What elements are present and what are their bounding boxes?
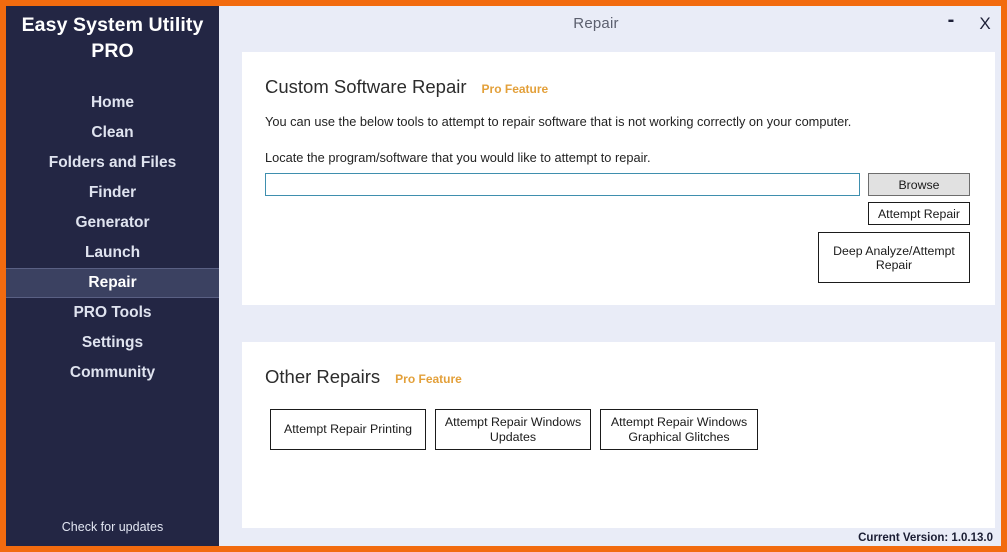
panel-divider <box>242 305 995 342</box>
repair-input-row: Browse Attempt Repair Deep Analyze/Attem… <box>242 165 995 283</box>
window-frame: Easy System Utility PRO Home Clean Folde… <box>6 6 1001 546</box>
sidebar-item-finder[interactable]: Finder <box>6 178 219 208</box>
sidebar-item-launch[interactable]: Launch <box>6 238 219 268</box>
page-title: Repair <box>573 14 619 32</box>
sidebar: Easy System Utility PRO Home Clean Folde… <box>6 6 219 546</box>
custom-repair-description: You can use the below tools to attempt t… <box>265 114 852 129</box>
sidebar-item-settings[interactable]: Settings <box>6 328 219 358</box>
sidebar-item-pro-tools[interactable]: PRO Tools <box>6 298 219 328</box>
other-repairs-title: Other Repairs <box>265 366 381 387</box>
custom-repair-title: Custom Software Repair <box>265 76 467 97</box>
sidebar-item-repair[interactable]: Repair <box>6 268 219 298</box>
sidebar-item-generator[interactable]: Generator <box>6 208 219 238</box>
pro-feature-badge-other: Pro Feature <box>395 372 462 386</box>
custom-repair-header: Custom Software Repair Pro Feature <box>242 52 995 98</box>
panels-container: Custom Software Repair Pro Feature You c… <box>219 40 1001 546</box>
close-icon[interactable]: X <box>975 12 995 34</box>
sidebar-item-home[interactable]: Home <box>6 88 219 118</box>
app-brand-title: Easy System Utility PRO <box>21 14 204 62</box>
locate-program-label: Locate the program/software that you wou… <box>265 150 651 165</box>
other-repairs-header: Other Repairs Pro Feature <box>242 342 995 388</box>
content-area: Repair - X Custom Software Repair Pro Fe… <box>219 6 1001 546</box>
other-repairs-panel: Other Repairs Pro Feature Attempt Repair… <box>242 342 995 528</box>
attempt-repair-button[interactable]: Attempt Repair <box>868 202 970 225</box>
version-status-label: Current Version: 1.0.13.0 <box>858 532 993 544</box>
sidebar-nav: Home Clean Folders and Files Finder Gene… <box>6 88 219 388</box>
program-path-input[interactable] <box>265 173 860 196</box>
sidebar-item-clean[interactable]: Clean <box>6 118 219 148</box>
repair-action-buttons: Browse Attempt Repair Deep Analyze/Attem… <box>818 173 970 283</box>
attempt-repair-windows-updates-button[interactable]: Attempt Repair Windows Updates <box>435 409 591 450</box>
other-repairs-button-row: Attempt Repair Printing Attempt Repair W… <box>242 388 995 450</box>
minimize-icon[interactable]: - <box>941 10 961 34</box>
title-bar: Repair - X <box>219 6 1001 40</box>
attempt-repair-windows-graphical-glitches-button[interactable]: Attempt Repair Windows Graphical Glitche… <box>600 409 758 450</box>
attempt-repair-printing-button[interactable]: Attempt Repair Printing <box>270 409 426 450</box>
app-window: Easy System Utility PRO Home Clean Folde… <box>0 0 1007 552</box>
deep-analyze-attempt-repair-button[interactable]: Deep Analyze/Attempt Repair <box>818 232 970 283</box>
sidebar-item-community[interactable]: Community <box>6 358 219 388</box>
browse-button[interactable]: Browse <box>868 173 970 196</box>
check-for-updates-link[interactable]: Check for updates <box>6 520 219 546</box>
window-controls: - X <box>941 6 995 40</box>
pro-feature-badge: Pro Feature <box>481 82 549 96</box>
custom-software-repair-panel: Custom Software Repair Pro Feature You c… <box>242 52 995 305</box>
sidebar-item-folders-and-files[interactable]: Folders and Files <box>6 148 219 178</box>
